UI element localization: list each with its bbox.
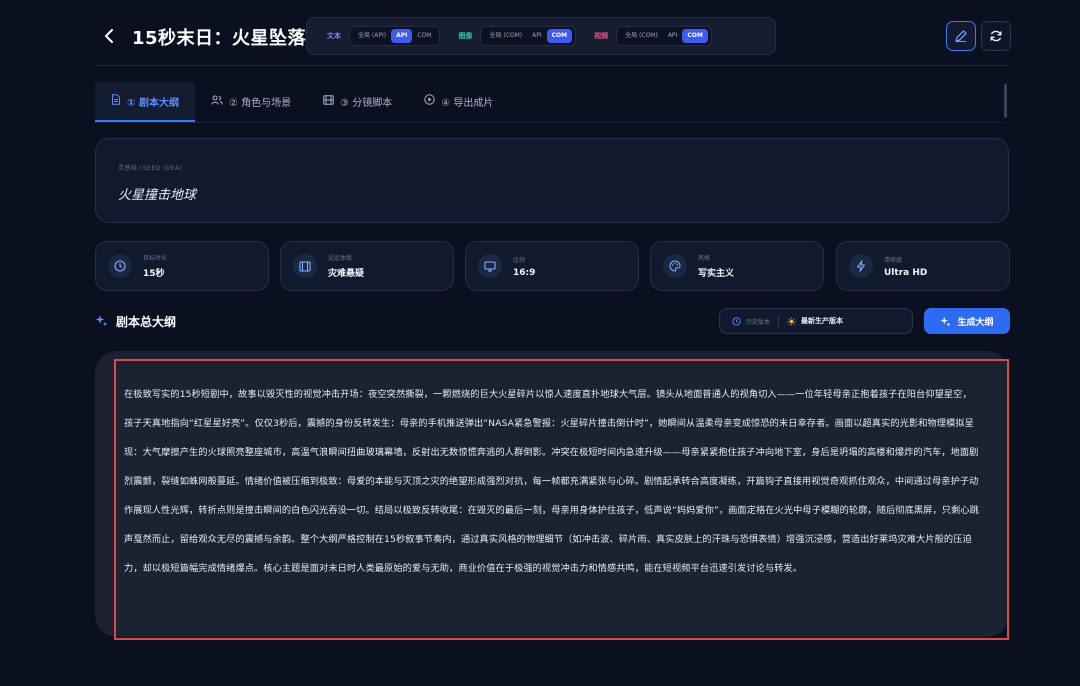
play-icon xyxy=(424,94,435,108)
outline-section-title: 剧本总大纲 xyxy=(95,313,176,330)
tab-storyboard-label: ③ 分镜脚本 xyxy=(340,97,393,109)
param-ratio-value: 16:9 xyxy=(513,267,536,278)
model-mode-selector: 文本 全局 (API) API COM 图像 全局 (COM) API COM … xyxy=(306,17,776,55)
seed-idea-card xyxy=(95,138,1009,223)
mode-video-option-com[interactable]: COM xyxy=(682,29,708,43)
tab-storyboard[interactable]: ③ 分镜脚本 xyxy=(307,82,408,120)
param-genre-value: 灾难悬疑 xyxy=(328,269,365,279)
param-duration-value: 15秒 xyxy=(143,269,165,279)
seed-idea-label: 灵感核 (SEED IDEA) xyxy=(118,165,183,172)
mode-video-option-global[interactable]: 全局 (COM) xyxy=(620,29,663,43)
version-divider xyxy=(778,315,780,327)
history-version-label: 历史版本 xyxy=(746,318,771,326)
mode-text-label: 文本 xyxy=(327,32,341,40)
mode-video-options: 全局 (COM) API COM xyxy=(616,26,712,46)
seed-idea-value[interactable]: 火星撞击地球 xyxy=(118,184,196,203)
tab-script-outline[interactable]: ① 剧本大纲 xyxy=(95,82,195,122)
param-resolution-label: 清晰度 xyxy=(884,256,903,264)
generate-outline-label: 生成大纲 xyxy=(957,317,994,328)
tab-characters-scenes-label: ② 角色与场景 xyxy=(228,97,292,109)
sparkles-icon xyxy=(940,316,952,327)
header-divider xyxy=(95,65,1010,66)
mode-video-label: 视频 xyxy=(594,32,609,40)
param-genre-label: 设定体裁 xyxy=(328,255,353,262)
tab-script-outline-label: ① 剧本大纲 xyxy=(127,97,179,109)
page-title: 15秒末日：火星坠落 xyxy=(132,28,307,49)
param-card-ratio[interactable]: 比例 16:9 xyxy=(465,241,639,291)
tab-export-label: ④ 导出成片 xyxy=(441,97,494,109)
chevron-left-icon xyxy=(105,29,113,43)
users-icon xyxy=(211,95,223,108)
latest-version-button[interactable]: 最新生产版本 xyxy=(787,316,843,326)
clock-icon xyxy=(732,316,741,326)
document-icon xyxy=(111,94,121,108)
param-card-resolution[interactable]: 清晰度 Ultra HD xyxy=(836,241,1010,291)
refresh-icon xyxy=(990,30,1002,42)
version-switcher: 历史版本 最新生产版本 xyxy=(719,308,913,334)
mode-text-option-global[interactable]: 全局 (API) xyxy=(353,29,391,43)
latest-version-label: 最新生产版本 xyxy=(801,317,844,325)
tab-characters-scenes[interactable]: ② 角色与场景 xyxy=(195,82,307,120)
outline-text[interactable]: 在极致写实的15秒短剧中，故事以毁灭性的视觉冲击开场：夜空突然撕裂，一颗燃烧的巨… xyxy=(124,380,980,583)
palette-icon xyxy=(663,254,687,278)
generate-outline-button[interactable]: 生成大纲 xyxy=(924,308,1010,334)
tab-export[interactable]: ④ 导出成片 xyxy=(408,82,509,120)
edit-button[interactable] xyxy=(946,21,976,51)
param-card-genre[interactable]: 设定体裁 灾难悬疑 xyxy=(280,241,454,291)
tabs-scrollbar[interactable] xyxy=(1004,84,1007,118)
param-duration-label: 目标时长 xyxy=(143,255,168,262)
workflow-tabs: ① 剧本大纲 ② 角色与场景 ③ 分镜脚本 ④ 导出成片 xyxy=(95,82,1005,123)
back-button[interactable] xyxy=(98,22,120,50)
mode-image-option-global[interactable]: 全局 (COM) xyxy=(484,29,527,43)
clock-icon xyxy=(108,254,132,278)
mode-text-options: 全局 (API) API COM xyxy=(349,26,441,46)
bolt-icon xyxy=(849,254,873,278)
mode-image: 图像 全局 (COM) API COM xyxy=(458,26,577,46)
mode-text-option-api[interactable]: API xyxy=(391,29,413,43)
sun-icon xyxy=(787,317,796,325)
mode-text-option-com[interactable]: COM xyxy=(412,29,436,43)
mode-image-options: 全局 (COM) API COM xyxy=(480,26,577,46)
outline-title-text: 剧本总大纲 xyxy=(116,315,177,329)
history-version-button[interactable]: 历史版本 xyxy=(732,316,771,326)
param-resolution-value: Ultra HD xyxy=(884,267,928,278)
mode-image-label: 图像 xyxy=(458,32,473,40)
film-icon xyxy=(323,94,334,108)
mode-text: 文本 全局 (API) API COM xyxy=(327,26,441,46)
sparkles-icon xyxy=(95,314,108,330)
pencil-icon xyxy=(955,30,967,43)
monitor-icon xyxy=(478,254,502,278)
param-style-label: 风格 xyxy=(698,255,711,262)
param-ratio-label: 比例 xyxy=(513,256,526,264)
mode-video: 视频 全局 (COM) API COM xyxy=(594,26,712,46)
param-card-duration[interactable]: 目标时长 15秒 xyxy=(95,241,269,291)
param-card-style[interactable]: 风格 写实主义 xyxy=(650,241,824,291)
mode-image-option-api[interactable]: API xyxy=(527,29,547,43)
mode-video-option-api[interactable]: API xyxy=(663,29,683,43)
film-icon xyxy=(293,254,317,278)
refresh-button[interactable] xyxy=(981,21,1011,51)
mode-image-option-com[interactable]: COM xyxy=(546,29,573,43)
param-style-value: 写实主义 xyxy=(698,269,735,279)
